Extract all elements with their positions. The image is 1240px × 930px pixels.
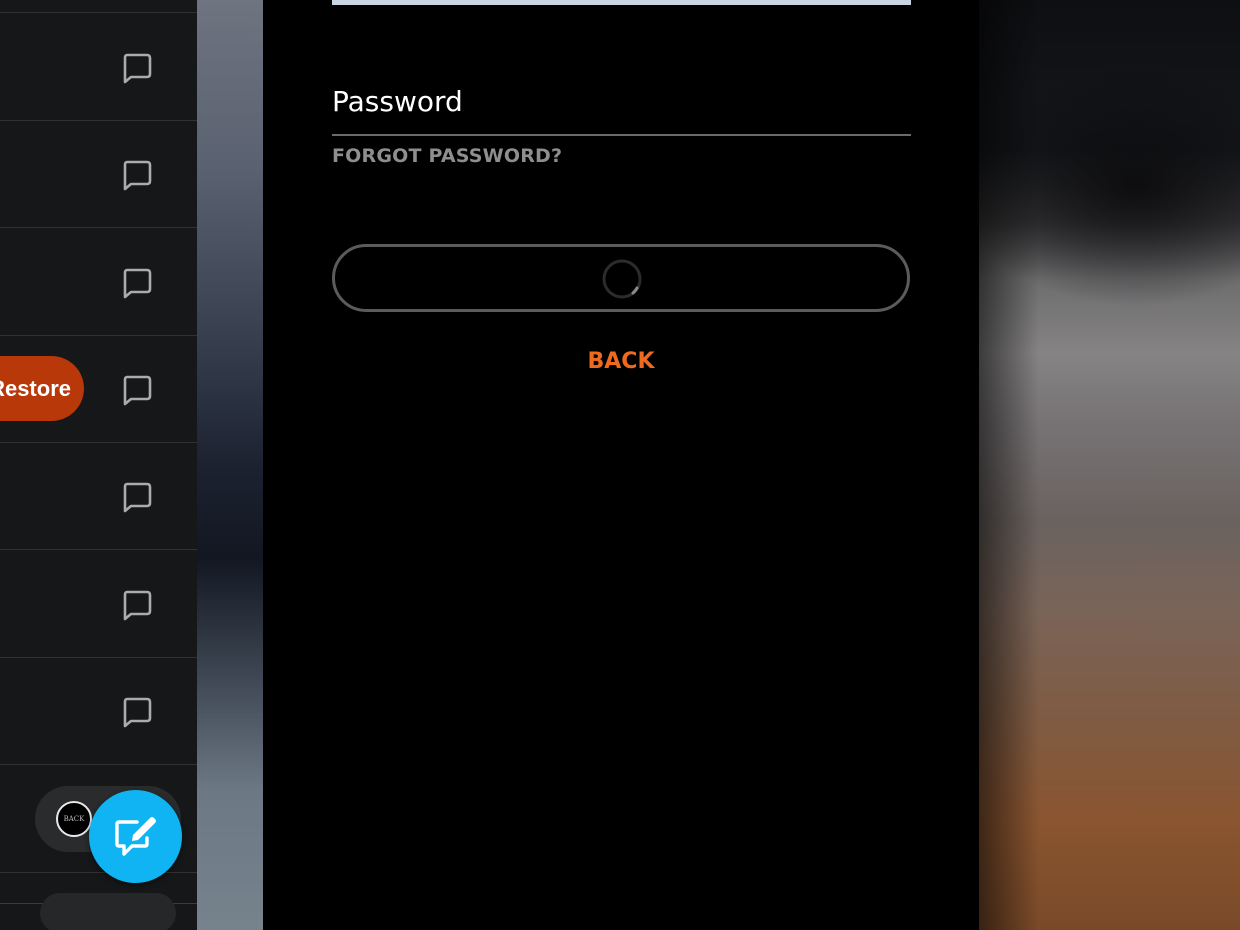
row-pill[interactable] — [40, 893, 176, 930]
compose-button[interactable] — [89, 790, 182, 883]
password-input[interactable] — [332, 70, 911, 132]
list-item[interactable] — [0, 229, 197, 336]
list-item[interactable] — [0, 443, 197, 550]
restore-button[interactable]: Restore — [0, 356, 84, 421]
forgot-password-link[interactable]: FORGOT PASSWORD? — [332, 145, 562, 167]
chat-bubble-icon[interactable] — [121, 267, 153, 299]
compose-icon — [115, 817, 156, 856]
conversation-list: Restore BACK — [0, 0, 197, 930]
back-button[interactable]: BACK — [263, 349, 979, 374]
loading-spinner-icon — [602, 259, 642, 299]
chat-bubble-icon[interactable] — [121, 374, 153, 406]
background-shade — [979, 0, 1039, 930]
screen: Restore BACK — [0, 0, 1240, 930]
list-item[interactable] — [0, 551, 197, 658]
chat-bubble-icon[interactable] — [121, 52, 153, 84]
username-field-underline — [332, 0, 911, 5]
chat-bubble-icon[interactable] — [121, 589, 153, 621]
login-panel: FORGOT PASSWORD? BACK — [263, 0, 979, 930]
chat-bubble-icon[interactable] — [121, 159, 153, 191]
blurred-background-left — [197, 0, 263, 930]
list-item[interactable] — [0, 658, 197, 765]
list-item[interactable] — [0, 14, 197, 121]
list-item[interactable]: Restore — [0, 336, 197, 443]
password-field[interactable] — [332, 70, 911, 136]
chat-bubble-icon[interactable] — [121, 696, 153, 728]
list-item[interactable] — [0, 873, 197, 930]
chat-bubble-icon[interactable] — [121, 481, 153, 513]
avatar[interactable]: BACK — [56, 801, 92, 837]
list-item[interactable] — [0, 121, 197, 228]
list-item[interactable] — [0, 0, 197, 13]
sign-in-button[interactable] — [332, 244, 910, 312]
avatar-label: BACK — [63, 815, 85, 823]
